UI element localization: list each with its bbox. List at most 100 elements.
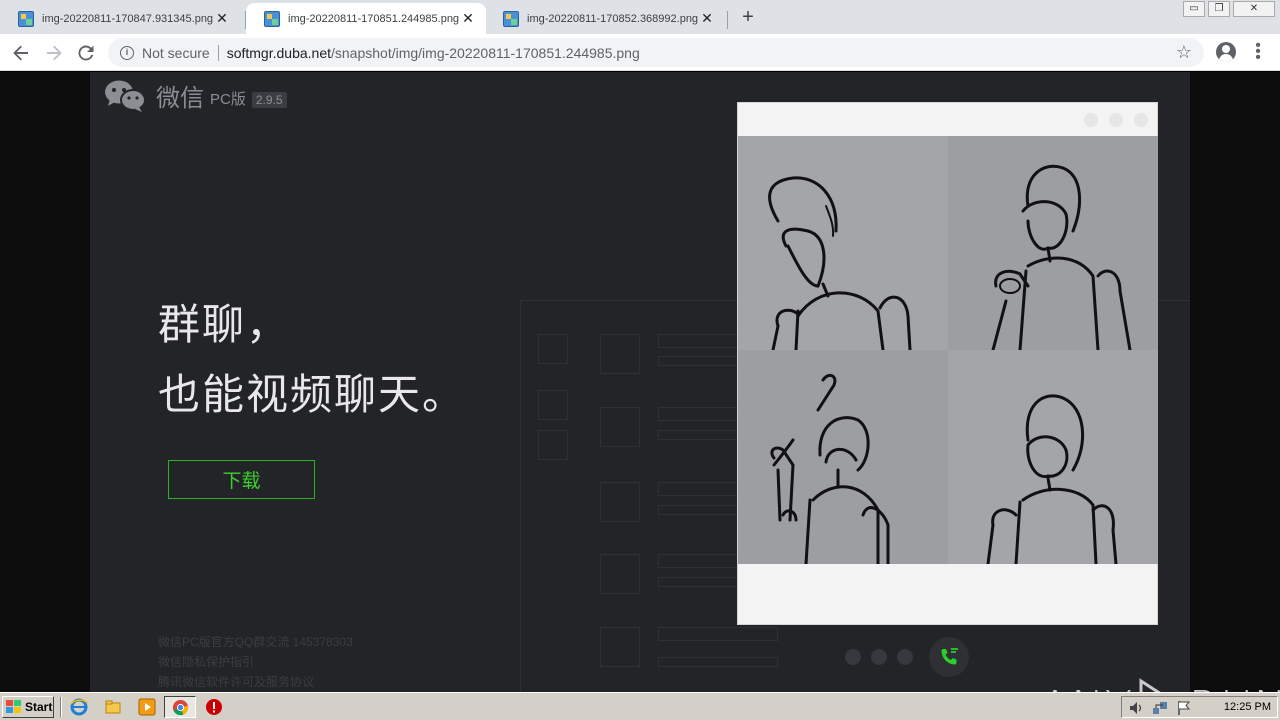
reload-icon (78, 45, 94, 61)
control-dot-icon (845, 649, 861, 665)
reload-button[interactable] (74, 41, 98, 65)
ghost-block (538, 390, 568, 420)
windows-taskbar: Start 12:25 PM (0, 692, 1280, 720)
tab-close-icon[interactable]: ✕ (699, 10, 715, 27)
ghost-block (600, 407, 640, 447)
sketch-figure-illustration (991, 164, 1132, 350)
image-file-icon (264, 10, 280, 27)
wechat-bubbles-icon (105, 80, 146, 112)
footer-privacy-link[interactable]: 微信隐私保护指引 (158, 652, 353, 672)
window-dot-icon (1109, 113, 1123, 127)
taskbar-clock[interactable]: 12:25 PM (1224, 701, 1271, 713)
sketch-figure-illustration (768, 176, 912, 350)
video-tile-3 (738, 350, 948, 564)
url-host: softmgr.duba.net (226, 44, 331, 61)
file-explorer-icon[interactable] (104, 698, 122, 716)
close-window-button[interactable]: ✕ (1233, 1, 1275, 17)
ghost-block (658, 356, 748, 366)
ghost-block (658, 430, 748, 440)
wechat-logo[interactable]: 微信 PC版 2.9.5 (104, 78, 287, 113)
windows-flag-icon (6, 700, 22, 714)
profile-avatar-icon[interactable] (1216, 42, 1236, 62)
security-label: Not secure (142, 44, 210, 61)
start-label: Start (25, 700, 53, 714)
tab-separator (727, 11, 728, 29)
address-bar[interactable]: i Not secure softmgr.duba.net/snapshot/i… (108, 38, 1204, 67)
page-viewport: 微信 PC版 2.9.5 群聊， 也能视频聊天。 下载 微信PC版官方QQ群交流… (0, 72, 1280, 692)
taskbar-separator (60, 697, 62, 717)
version-badge: 2.9.5 (251, 91, 287, 108)
bookmark-star-icon[interactable]: ☆ (1176, 42, 1192, 63)
call-controls (845, 637, 969, 677)
browser-toolbar: i Not secure softmgr.duba.net/snapshot/i… (0, 34, 1280, 71)
window-dot-icon (1134, 113, 1148, 127)
ghost-block (658, 334, 748, 348)
headline-line-1: 群聊， (158, 301, 291, 348)
call-window-titlebar (738, 103, 1157, 136)
tab-close-icon[interactable]: ✕ (214, 10, 230, 27)
anyrun-watermark: ANY RUN (1040, 677, 1280, 692)
ghost-block (600, 627, 640, 667)
brand-pc-label: PC版 (210, 91, 246, 108)
download-button[interactable]: 下载 (168, 460, 315, 499)
watermark-left: ANY (1040, 682, 1133, 693)
tab-3[interactable]: img-20220811-170852.368992.png ( ✕ (485, 3, 725, 34)
url-path: /snapshot/img/img-20220811-170851.244985… (331, 44, 640, 61)
ghost-block (600, 554, 640, 594)
ghost-block (538, 334, 568, 364)
watermark-right: RUN (1189, 682, 1280, 693)
restore-button[interactable]: ❐ (1208, 1, 1230, 17)
video-tile-4 (948, 350, 1158, 564)
video-tile-1 (738, 136, 948, 350)
control-dot-icon (871, 649, 887, 665)
sketch-figure-illustration (770, 373, 890, 564)
ghost-block (600, 334, 640, 374)
volume-icon[interactable] (1128, 700, 1144, 716)
footer-qq-group[interactable]: 微信PC版官方QQ群交流 145378303 (158, 632, 353, 652)
menu-kebab-icon[interactable]: • • • (1255, 38, 1261, 66)
tab-2-active[interactable]: img-20220811-170851.244985.png ( ✕ (246, 3, 486, 34)
footer-links: 微信PC版官方QQ群交流 145378303 微信隐私保护指引 腾讯微信软件许可… (158, 632, 353, 692)
back-button[interactable] (9, 41, 33, 65)
network-icon[interactable] (1152, 700, 1168, 716)
ghost-block (658, 407, 748, 421)
info-icon[interactable]: i (120, 45, 134, 60)
ghost-block (658, 577, 748, 587)
start-button[interactable]: Start (2, 696, 54, 718)
arrow-right-icon (47, 45, 62, 61)
video-grid (738, 136, 1158, 564)
window-dot-icon (1084, 113, 1098, 127)
tab-title: img-20220811-170851.244985.png ( (288, 12, 460, 25)
ghost-block (538, 430, 568, 460)
ghost-block (600, 482, 640, 522)
footer-license-link[interactable]: 腾讯微信软件许可及服务协议 (158, 672, 353, 692)
new-tab-button[interactable]: + (738, 7, 758, 27)
omnibox-divider (217, 44, 219, 61)
ghost-block (658, 657, 778, 667)
arrow-left-icon (13, 45, 28, 61)
headline: 群聊， 也能视频聊天。 (158, 290, 466, 430)
phone-call-icon (941, 648, 958, 665)
chrome-taskbar-button[interactable] (164, 696, 196, 718)
video-tile-2 (948, 136, 1158, 350)
action-center-flag-icon[interactable] (1176, 700, 1192, 716)
forward-button[interactable] (42, 41, 66, 65)
media-player-icon[interactable] (138, 698, 156, 716)
tab-title: img-20220811-170852.368992.png ( (527, 12, 699, 25)
minimize-button[interactable]: ▭ (1183, 1, 1205, 17)
tab-strip: img-20220811-170847.931345.png ( ✕ img-2… (0, 0, 1280, 34)
page-scrollbar[interactable] (1263, 72, 1280, 692)
ghost-block (658, 505, 748, 515)
image-file-icon (18, 10, 34, 27)
brand-name: 微信 (156, 85, 204, 112)
play-triangle-icon (1139, 678, 1161, 692)
tab-1[interactable]: img-20220811-170847.931345.png ( ✕ (0, 3, 240, 34)
headline-line-2: 也能视频聊天。 (158, 371, 467, 418)
image-file-icon (503, 10, 519, 27)
internet-explorer-icon[interactable] (70, 698, 88, 716)
video-call-window (737, 102, 1158, 625)
sketch-figure-illustration (986, 394, 1118, 564)
tab-close-icon[interactable]: ✕ (460, 10, 476, 27)
video-call-phone-button[interactable] (929, 637, 969, 677)
stop-sign-icon[interactable] (205, 698, 223, 716)
